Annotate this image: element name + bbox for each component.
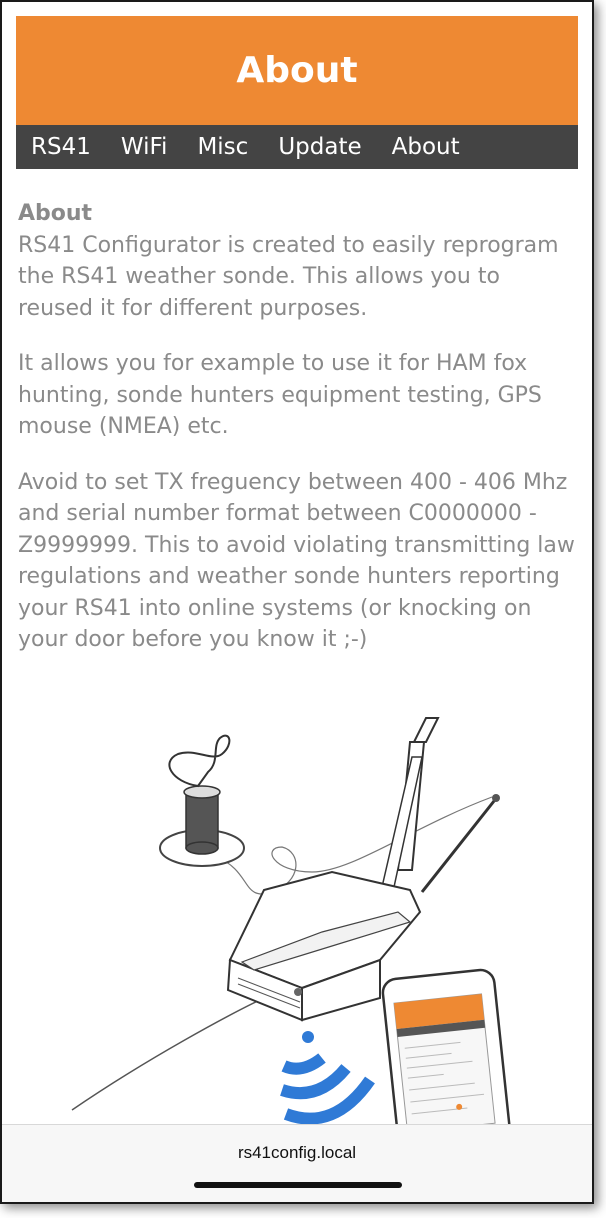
- url-text[interactable]: rs41config.local: [2, 1143, 592, 1163]
- paragraph-warning: Avoid to set TX freguency between 400 - …: [18, 469, 575, 653]
- nav-bar: RS41 WiFi Misc Update About: [16, 125, 578, 169]
- page-header: About: [16, 16, 578, 125]
- about-content: About RS41 Configurator is created to ea…: [18, 198, 578, 680]
- browser-url-bar[interactable]: rs41config.local: [2, 1124, 592, 1202]
- spool-icon: [159, 734, 245, 867]
- paragraph-intro: RS41 Configurator is created to easily r…: [18, 232, 559, 321]
- home-indicator[interactable]: [194, 1182, 402, 1188]
- paragraph-usage: It allows you for example to use it for …: [18, 351, 542, 439]
- phone-icon: [381, 968, 511, 1132]
- page-title: About: [236, 50, 358, 91]
- phone-frame: About RS41 WiFi Misc Update About About …: [0, 0, 594, 1204]
- nav-item-about[interactable]: About: [377, 125, 475, 169]
- section-heading: About: [18, 201, 93, 226]
- cable-line: [71, 991, 278, 1111]
- nav-item-update[interactable]: Update: [263, 125, 376, 169]
- antenna-icon: [381, 717, 500, 893]
- sonde-illustration: [71, 717, 511, 1132]
- nav-item-wifi[interactable]: WiFi: [106, 125, 183, 169]
- nav-item-rs41[interactable]: RS41: [16, 125, 106, 169]
- wifi-signal-icon: [280, 1031, 375, 1125]
- nav-item-misc[interactable]: Misc: [182, 125, 263, 169]
